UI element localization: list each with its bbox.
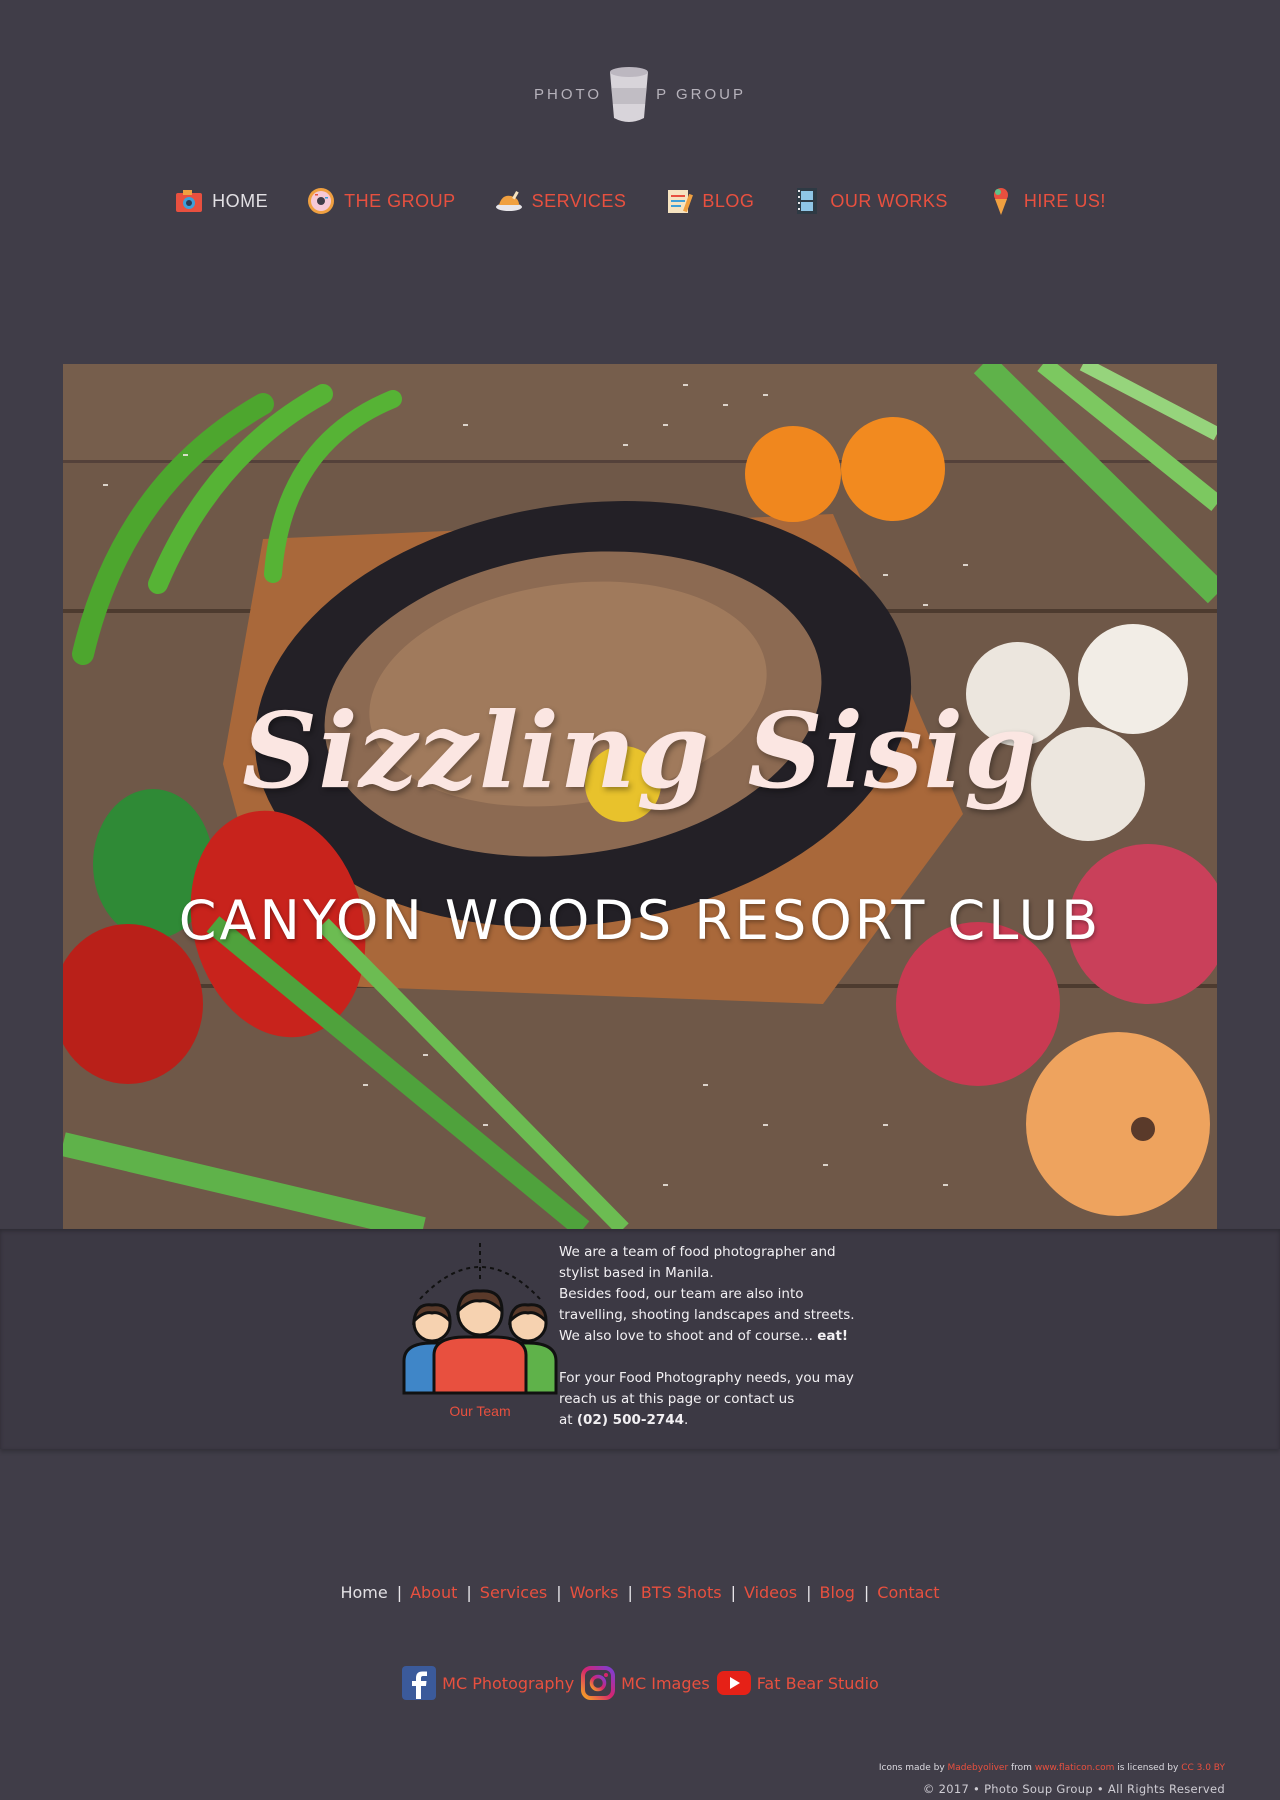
hero-subtitle: CANYON WOODS RESORT CLUB [178, 889, 1102, 952]
team-text-plain: . [684, 1412, 689, 1428]
nav-item-hire-us[interactable]: HIRE US! [986, 186, 1106, 216]
footer-link-services[interactable]: Services [480, 1583, 547, 1602]
footer-link-works[interactable]: Works [570, 1583, 619, 1602]
team-text-plain: at [559, 1412, 577, 1428]
site-logo[interactable]: PHOTO P GROUP [0, 62, 1280, 126]
nav-label-blog: BLOG [702, 190, 755, 211]
footer-separator: | [806, 1583, 812, 1602]
team-text-plain: We also love to shoot and of course... [559, 1328, 818, 1344]
team-figure[interactable]: Our Team [402, 1243, 558, 1419]
nav-item-blog[interactable]: BLOG [664, 186, 754, 216]
footer-separator: | [396, 1583, 403, 1602]
team-text-line: travelling, shooting landscapes and stre… [559, 1307, 855, 1323]
team-people-icon [402, 1243, 558, 1395]
main-nav: HOME THE GROUP SERVICES BLOG OUR WORKS H… [0, 186, 1280, 216]
social-links: MC Photography MC Images Fat Bear Studio [0, 1665, 1280, 1701]
team-text-line: We also love to shoot and of course... e… [559, 1326, 889, 1347]
team-section: Our Team We are a team of food photograp… [0, 1229, 1280, 1449]
footer-link-about[interactable]: About [410, 1583, 457, 1602]
film-strip-icon [797, 188, 818, 214]
team-text-line: For your Food Photography needs, you may [559, 1370, 854, 1386]
icon-credits: Icons made by Madebyoliver from www.flat… [879, 1763, 1225, 1773]
logo-text-right: P GROUP [656, 85, 746, 103]
nav-item-home[interactable]: HOME [174, 186, 268, 216]
footer-link-home[interactable]: Home [340, 1583, 387, 1602]
credits-link-author[interactable]: Madebyoliver [948, 1763, 1009, 1773]
footer-nav: Home | About | Services | Works | BTS Sh… [0, 1583, 1280, 1602]
footer-link-contact[interactable]: Contact [877, 1583, 939, 1602]
logo-text-left: PHOTO [534, 85, 603, 103]
hero-title: Sizzling Sisig [242, 689, 1038, 812]
camera-icon [176, 190, 203, 212]
notepad-icon [668, 190, 694, 213]
copyright: © 2017 • Photo Soup Group • All Rights R… [922, 1782, 1225, 1796]
social-label-facebook: MC Photography [442, 1673, 575, 1693]
nav-item-the-group[interactable]: THE GROUP [306, 186, 456, 216]
team-text-line: Besides food, our team are also into [559, 1286, 804, 1302]
social-link-facebook[interactable]: MC Photography [401, 1665, 574, 1701]
nav-label-hire-us: HIRE US! [1023, 190, 1106, 211]
ice-cream-icon [993, 188, 1008, 215]
credits-text: is licensed by [1114, 1763, 1182, 1773]
social-link-youtube[interactable]: Fat Bear Studio [716, 1665, 879, 1701]
facebook-icon [402, 1666, 437, 1700]
credits-link-license[interactable]: CC 3.0 BY [1181, 1763, 1225, 1773]
social-label-instagram: MC Images [621, 1673, 710, 1693]
footer-separator: | [863, 1583, 870, 1602]
social-link-instagram[interactable]: MC Images [580, 1665, 710, 1701]
social-label-youtube: Fat Bear Studio [756, 1673, 879, 1693]
nav-label-our-works: OUR WORKS [830, 190, 948, 211]
soup-cup-logo-icon [610, 67, 649, 122]
credits-link-flaticon[interactable]: www.flaticon.com [1035, 1763, 1115, 1773]
credits-text: Icons made by [878, 1763, 948, 1773]
team-description: We are a team of food photographer and s… [559, 1242, 889, 1431]
nav-label-the-group: THE GROUP [344, 190, 456, 211]
credits-text: from [1008, 1763, 1035, 1773]
youtube-icon [716, 1671, 751, 1695]
hero-banner[interactable]: Sizzling Sisig CANYON WOODS RESORT CLUB [63, 364, 1217, 1229]
nav-label-home: HOME [212, 190, 269, 211]
nav-item-services[interactable]: SERVICES [494, 186, 627, 216]
footer-separator: | [466, 1583, 472, 1602]
team-text-line: We are a team of food photographer and [559, 1244, 836, 1260]
team-caption: Our Team [449, 1403, 511, 1419]
footer-separator: | [627, 1583, 633, 1602]
instagram-icon [581, 1666, 616, 1700]
roast-chicken-icon [495, 191, 522, 211]
footer-link-blog[interactable]: Blog [820, 1583, 855, 1602]
team-text-emphasis: eat! [817, 1328, 849, 1344]
footer-separator: | [730, 1583, 736, 1602]
footer-separator: | [556, 1583, 562, 1602]
nav-label-services: SERVICES [531, 190, 627, 211]
footer-link-bts-shots[interactable]: BTS Shots [641, 1583, 722, 1602]
nav-item-our-works[interactable]: OUR WORKS [792, 186, 948, 216]
team-phone-number: (02) 500-2744 [576, 1412, 685, 1428]
team-text-line: stylist based in Manila. [559, 1265, 714, 1281]
donut-icon [308, 188, 335, 214]
team-text-line: reach us at this page or contact us [559, 1391, 795, 1407]
team-text-line: at (02) 500-2744. [559, 1410, 889, 1431]
footer-link-videos[interactable]: Videos [744, 1583, 797, 1602]
